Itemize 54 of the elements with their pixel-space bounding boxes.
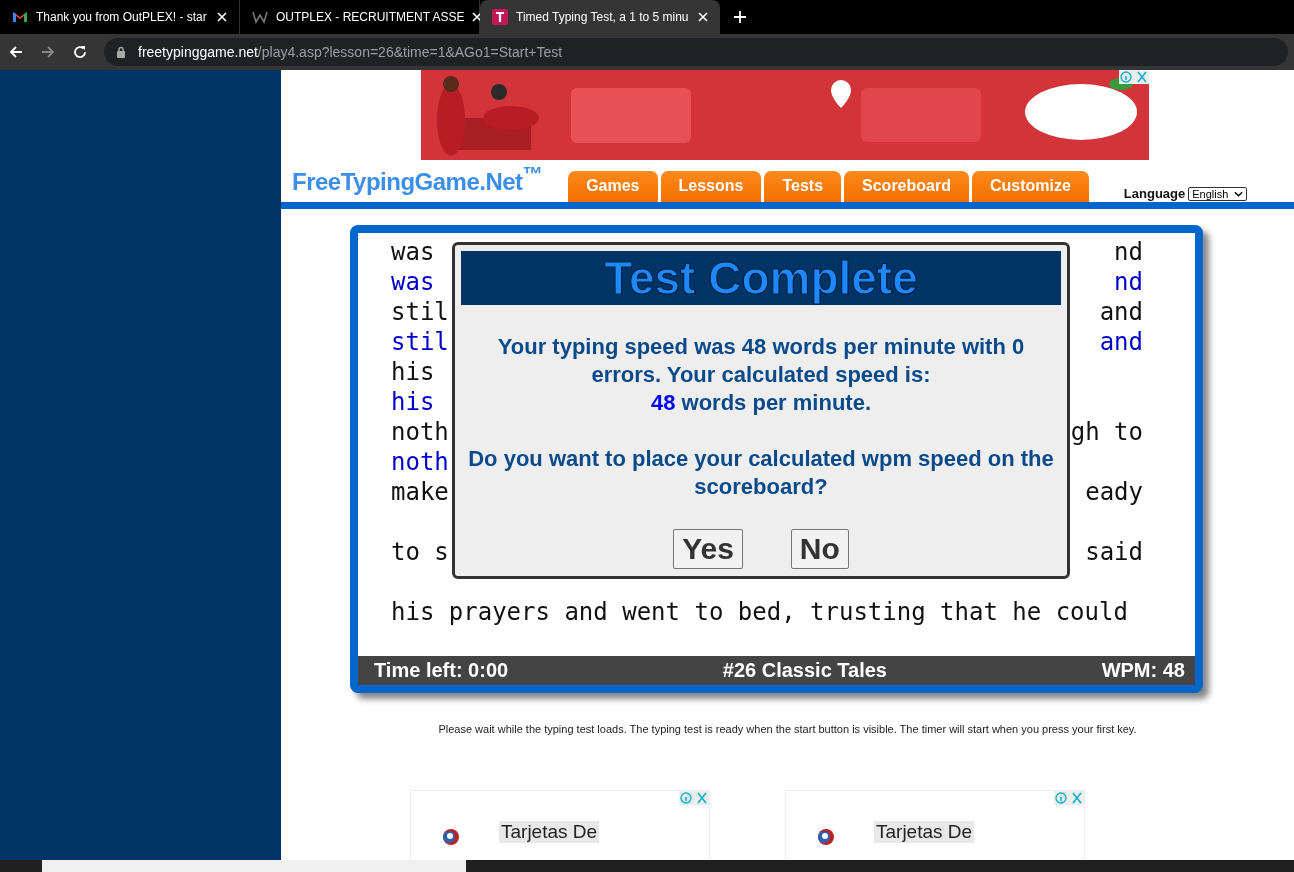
no-button[interactable]: No	[790, 529, 849, 569]
passage-text: noth	[391, 447, 449, 477]
ad-card[interactable]: Tarjetas De	[410, 790, 710, 860]
passage-text: was	[391, 267, 435, 297]
passage-text: nd	[1114, 237, 1143, 267]
passage-text: and	[1099, 297, 1143, 327]
time-left: Time left: 0:00	[374, 659, 509, 682]
tab-title: Timed Typing Test, a 1 to 5 minu	[516, 10, 690, 24]
close-icon[interactable]	[217, 12, 227, 22]
passage-text: make	[391, 477, 449, 507]
passage-text: to s	[391, 537, 449, 567]
passage-text: stil	[391, 327, 449, 357]
passage-text: gh to	[1070, 417, 1143, 447]
close-icon[interactable]	[472, 12, 483, 22]
scoreboard-question: Do you want to place your calculated wpm speed on the scoreboard?	[467, 445, 1055, 501]
language-label: Language	[1123, 186, 1186, 202]
wpm-readout: WPM: 48	[1101, 659, 1185, 682]
tab-title: OUTPLEX - RECRUITMENT ASSE	[276, 10, 465, 24]
tab-title: Thank you from OutPLEX! - star	[36, 10, 208, 24]
forward-icon[interactable]	[40, 44, 56, 60]
mail-icon	[12, 9, 28, 25]
dialog-title: Test Complete	[461, 251, 1061, 305]
calculated-speed: 48 words per minute.	[649, 389, 873, 417]
loading-note: Please wait while the typing test loads. The typing test is ready when the start button is visible. The timer will start when you press your first key.	[437, 723, 1138, 735]
url-text: freetypinggame.net/play4.asp?lesson=26&time=1&AGo1=Start+Test	[138, 44, 563, 60]
address-field[interactable]: freetypinggame.net/play4.asp?lesson=26&time=1&AGo1=Start+Test	[104, 38, 1288, 66]
passage-text: was	[391, 237, 435, 267]
lock-icon	[116, 46, 126, 58]
passage-text: his prayers and went to bed, trusting that he could	[391, 597, 1128, 627]
passage-text: nd	[1114, 267, 1143, 297]
w-logo-icon	[252, 9, 268, 25]
bank-logo-icon	[441, 827, 461, 847]
passage-text: his	[391, 387, 435, 417]
browser-tab[interactable]: Timed Typing Test, a 1 to 5 minu	[480, 0, 720, 34]
lesson-title: #26 Classic Tales	[722, 659, 887, 682]
passage-text: said	[1085, 537, 1143, 567]
passage-text: stil	[391, 297, 449, 327]
result-message: Your typing speed was 48 words per minute with 0 errors. Your calculated speed is:	[496, 333, 1026, 389]
chevron-icon	[1234, 190, 1244, 197]
close-icon[interactable]	[698, 12, 708, 22]
yes-button[interactable]: Yes	[673, 529, 743, 569]
ad-title: Tarjetas De	[874, 821, 975, 843]
language-select[interactable]: English	[1188, 186, 1248, 201]
t-logo-icon	[492, 9, 508, 25]
passage-text: his	[391, 357, 435, 387]
reload-icon[interactable]	[72, 44, 88, 60]
passage-text: eady	[1085, 477, 1143, 507]
ad-title: Tarjetas De	[499, 821, 600, 843]
ad-card[interactable]: Tarjetas De	[785, 790, 1085, 860]
bank-logo-icon	[816, 827, 836, 847]
back-icon[interactable]	[8, 44, 24, 60]
passage-text: and	[1099, 327, 1143, 357]
new-tab-icon[interactable]	[734, 11, 746, 23]
passage-text: noth	[391, 417, 449, 447]
